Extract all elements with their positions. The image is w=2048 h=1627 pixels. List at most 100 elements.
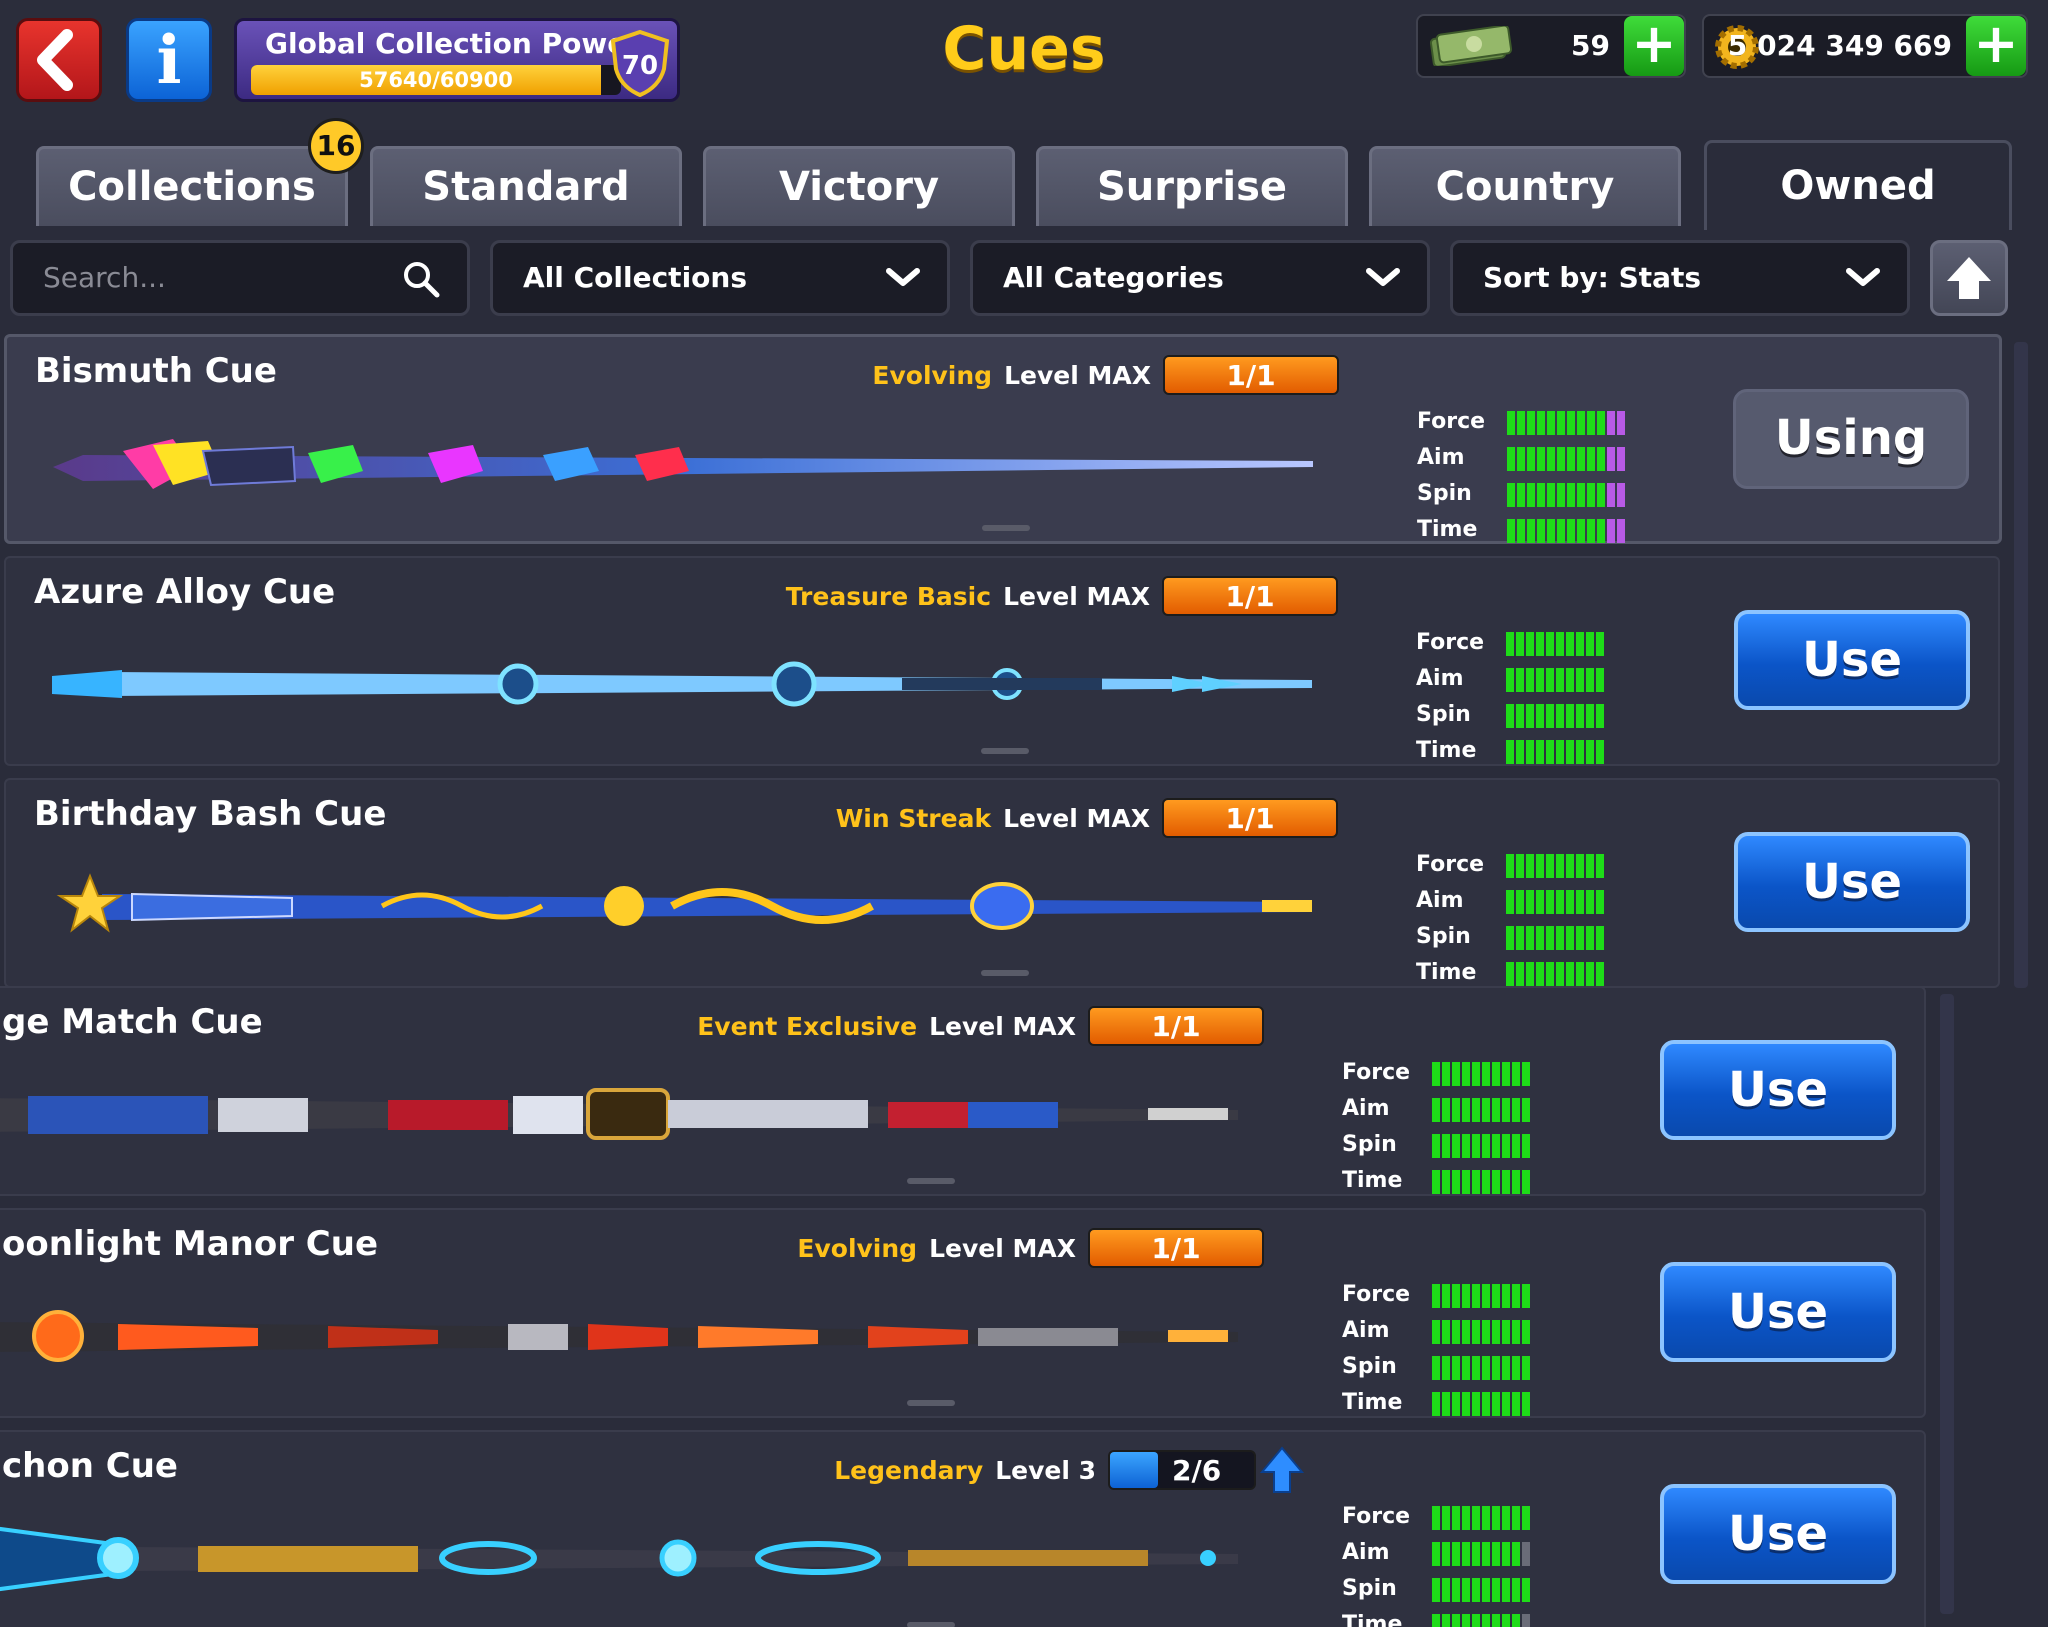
scrollbar-lower[interactable]: [1940, 994, 1954, 1614]
stat-segment: [1526, 632, 1534, 656]
stat-segment: [1452, 1578, 1460, 1602]
sort-dropdown[interactable]: Sort by: Stats: [1450, 240, 1910, 316]
cue-card-archon[interactable]: chon Cue Legendary Level 3 2/6 Force Aim S…: [0, 1430, 1926, 1627]
add-coins-button[interactable]: +: [1966, 16, 2026, 76]
cue-level: Level MAX: [1003, 581, 1150, 611]
cue-stats: Force Aim Spin Time: [1416, 848, 1676, 992]
stat-segment: [1577, 483, 1585, 507]
expand-handle[interactable]: [981, 970, 1029, 976]
use-button[interactable]: Use: [1734, 610, 1970, 710]
sort-direction-button[interactable]: [1930, 240, 2008, 316]
stat-segment: [1452, 1542, 1460, 1566]
stat-segment: [1452, 1614, 1460, 1627]
stat-segment: [1492, 1506, 1500, 1530]
tab-standard[interactable]: Standard: [370, 146, 682, 226]
stat-segment: [1462, 1098, 1470, 1122]
stat-segment: [1507, 411, 1515, 435]
categories-dropdown[interactable]: All Categories: [970, 240, 1430, 316]
cue-card-moonlight-manor[interactable]: oonlight Manor Cue Evolving Level MAX 1/…: [0, 1208, 1926, 1418]
stat-segment: [1576, 668, 1584, 692]
stat-segment: [1517, 483, 1525, 507]
cue-image-azure-alloy: [52, 661, 1312, 707]
expand-handle[interactable]: [907, 1178, 955, 1184]
stat-label: Time: [1417, 517, 1478, 542]
use-button[interactable]: Use: [1660, 1262, 1896, 1362]
use-button[interactable]: Use: [1660, 1040, 1896, 1140]
stat-segment: [1512, 1170, 1520, 1194]
sort-dropdown-value: Sort by: Stats: [1483, 261, 1702, 294]
stat-segment: [1482, 1062, 1490, 1086]
expand-handle[interactable]: [982, 525, 1030, 531]
stat-segment: [1462, 1506, 1470, 1530]
stat-bar-force: [1506, 632, 1604, 656]
tab-victory[interactable]: Victory: [703, 146, 1015, 226]
stat-segment: [1432, 1506, 1440, 1530]
stat-segment: [1502, 1170, 1510, 1194]
search-icon: [404, 262, 440, 298]
stat-segment: [1536, 890, 1544, 914]
stat-segment: [1522, 1578, 1530, 1602]
cue-card-birthday-bash[interactable]: Birthday Bash Cue Win Streak Level MAX 1…: [4, 778, 2000, 988]
tab-collections[interactable]: Collections: [36, 146, 348, 226]
stat-segment: [1567, 411, 1575, 435]
stat-segment: [1576, 854, 1584, 878]
stat-segment: [1512, 1284, 1520, 1308]
stat-segment: [1472, 1392, 1480, 1416]
using-button[interactable]: Using: [1733, 389, 1969, 489]
stat-segment: [1576, 926, 1584, 950]
collections-dropdown[interactable]: All Collections: [490, 240, 950, 316]
stat-segment: [1442, 1134, 1450, 1158]
expand-handle[interactable]: [907, 1400, 955, 1406]
stat-segment: [1522, 1356, 1530, 1380]
add-cash-button[interactable]: +: [1624, 16, 1684, 76]
upgrade-arrow-icon[interactable]: [1260, 1446, 1304, 1494]
stat-segment: [1527, 447, 1535, 471]
stat-segment: [1492, 1284, 1500, 1308]
stat-label: Time: [1342, 1612, 1403, 1627]
cue-card-bismuth[interactable]: Bismuth Cue Evolving Level MAX 1/1 Force…: [4, 334, 2002, 544]
stat-bar-aim: [1432, 1542, 1530, 1566]
search-placeholder: Search...: [43, 261, 166, 294]
stat-segment: [1442, 1392, 1450, 1416]
stat-segment: [1442, 1284, 1450, 1308]
stat-segment: [1556, 704, 1564, 728]
tab-country[interactable]: Country: [1369, 146, 1681, 226]
stat-segment: [1522, 1062, 1530, 1086]
cue-meta: Evolving Level MAX 1/1: [797, 1226, 1264, 1270]
stat-segment: [1617, 411, 1625, 435]
stat-segment: [1442, 1062, 1450, 1086]
tab-bar: Collections Standard Victory Surprise Co…: [0, 140, 2048, 230]
cue-card-azure-alloy[interactable]: Azure Alloy Cue Treasure Basic Level MAX…: [4, 556, 2000, 766]
stat-segment: [1526, 668, 1534, 692]
stat-segment: [1567, 483, 1575, 507]
stat-segment: [1557, 447, 1565, 471]
stat-segment: [1516, 704, 1524, 728]
stat-segment: [1536, 962, 1544, 986]
tab-owned[interactable]: Owned: [1704, 140, 2012, 230]
stat-bar-force: [1432, 1284, 1530, 1308]
stat-label: Force: [1342, 1282, 1411, 1307]
stat-segment: [1432, 1614, 1440, 1627]
stat-segment: [1432, 1134, 1440, 1158]
expand-handle[interactable]: [981, 748, 1029, 754]
stat-segment: [1482, 1506, 1490, 1530]
stat-label: Spin: [1416, 924, 1471, 949]
scrollbar-upper[interactable]: [2014, 342, 2028, 988]
stat-segment: [1472, 1506, 1480, 1530]
tab-surprise[interactable]: Surprise: [1036, 146, 1348, 226]
cue-card-challenge-match[interactable]: ge Match Cue Event Exclusive Level MAX 1…: [0, 986, 1926, 1196]
stat-segment: [1566, 890, 1574, 914]
stat-segment: [1452, 1170, 1460, 1194]
use-button[interactable]: Use: [1734, 832, 1970, 932]
stat-segment: [1596, 854, 1604, 878]
expand-handle[interactable]: [907, 1622, 955, 1627]
cash-value: 59: [1571, 29, 1610, 62]
cue-name: Birthday Bash Cue: [34, 794, 387, 834]
cue-list: Bismuth Cue Evolving Level MAX 1/1 Force…: [0, 334, 2048, 1627]
use-button[interactable]: Use: [1660, 1484, 1896, 1584]
cue-image-moonlight-manor: [0, 1310, 1238, 1362]
stat-row-force: Force: [1416, 848, 1676, 884]
stat-segment: [1502, 1284, 1510, 1308]
search-input[interactable]: Search...: [10, 240, 470, 316]
stat-segment: [1586, 704, 1594, 728]
